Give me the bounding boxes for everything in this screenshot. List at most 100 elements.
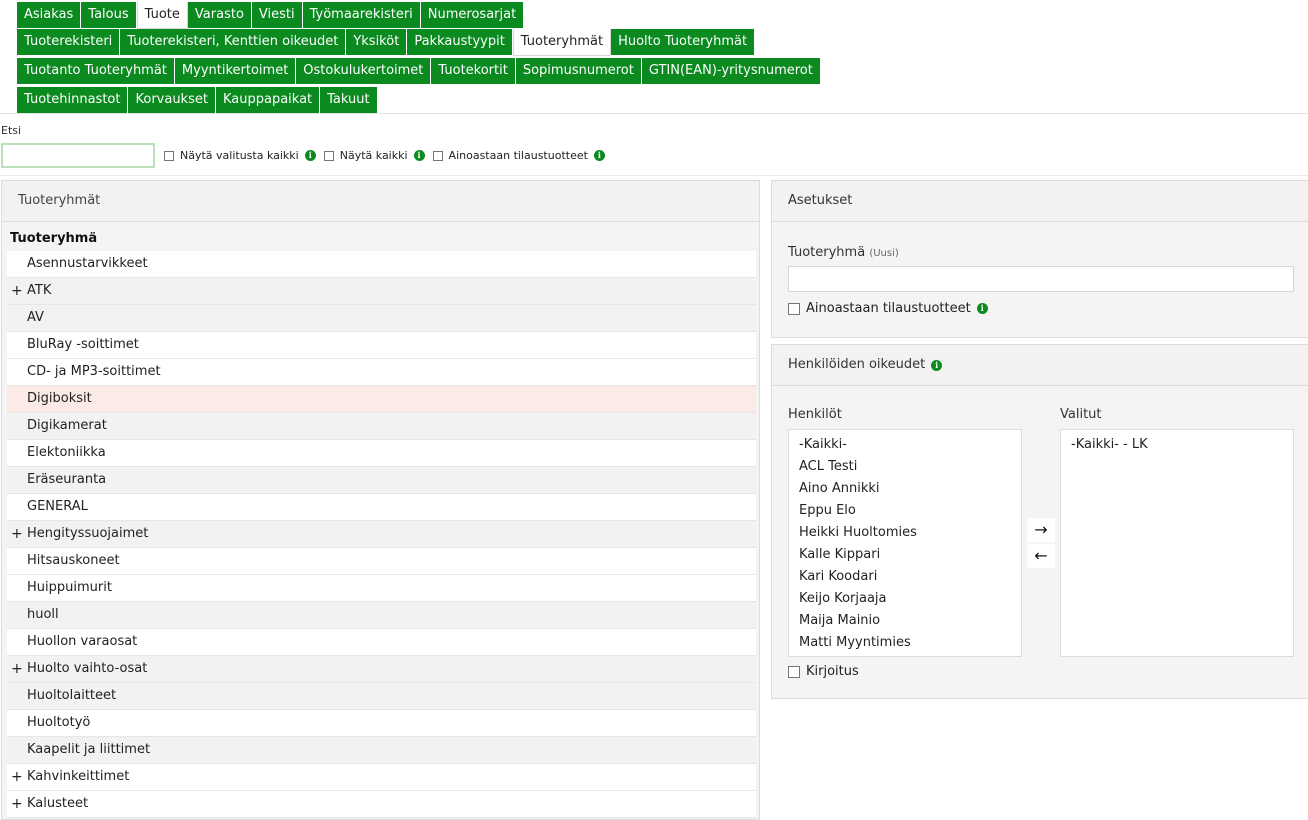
tab-takuut[interactable]: Takuut (320, 87, 378, 113)
search-input[interactable] (1, 143, 155, 168)
list-item[interactable]: Elektoniikka (7, 440, 756, 467)
list-item[interactable]: Kari Koodari (789, 566, 1021, 588)
tab-tuoterekisteri[interactable]: Tuoterekisteri (17, 29, 121, 55)
list-item-label: Kaapelit ja liittimet (27, 742, 151, 757)
list-item[interactable]: -Kaikki- (789, 434, 1021, 456)
arrow-left-icon[interactable]: ← (1027, 544, 1055, 568)
expand-icon[interactable]: + (11, 791, 23, 817)
list-item[interactable]: + Hengityssuojaimet (7, 521, 756, 548)
list-item[interactable]: Aino Annikki (789, 478, 1021, 500)
list-item[interactable]: + Kalusteet (7, 791, 756, 818)
expand-icon[interactable]: + (11, 656, 23, 682)
expand-icon[interactable]: + (11, 278, 23, 304)
info-icon[interactable]: i (413, 150, 425, 161)
write-permission-option[interactable]: Kirjoitus (788, 664, 859, 679)
main-nav: Asiakas Talous Tuote Varasto Viesti Työmaarek… (17, 2, 525, 29)
sub-nav-row-2: Tuotanto Tuoteryhmät Myyntikertoimet Ostok… (17, 58, 821, 84)
list-item[interactable]: Keijo Korjaaja (789, 588, 1021, 610)
list-item[interactable]: huoll (7, 602, 756, 629)
list-item[interactable]: GENERAL (7, 494, 756, 521)
list-item[interactable]: Kalle Kippari (789, 544, 1021, 566)
expand-icon[interactable]: + (11, 521, 23, 547)
option-order-products-only[interactable]: Ainoastaan tilaustuotteet i (432, 149, 605, 162)
tab-tuotanto-tuoteryhmät[interactable]: Tuotanto Tuoteryhmät (17, 58, 175, 84)
list-item[interactable]: ACL Testi (789, 456, 1021, 478)
tab-kauppapaikat[interactable]: Kauppapaikat (215, 87, 321, 113)
option-show-selected-all[interactable]: Näytä valitusta kaikki i (164, 149, 316, 162)
list-item-label: Kalusteet (27, 796, 89, 811)
info-icon[interactable]: i (304, 150, 316, 161)
info-icon[interactable]: i (976, 303, 988, 314)
list-item[interactable]: Matti Myyntimies (789, 632, 1021, 654)
list-item[interactable]: Eräseuranta (7, 467, 756, 494)
list-item[interactable]: Huoltotyö (7, 710, 756, 737)
sub-nav-row-1: Tuoterekisteri Tuoterekisteri, Kenttien o… (17, 29, 756, 56)
list-item[interactable]: Digikamerat (7, 413, 756, 440)
list-item[interactable]: Huollon varaosat (7, 629, 756, 656)
tab-työmaarekisteri[interactable]: Työmaarekisteri (302, 2, 421, 28)
list-item[interactable]: Heikki Huoltomies (789, 522, 1021, 544)
rights-header: Henkilöiden oikeudet i (772, 345, 1308, 386)
tab-tuote[interactable]: Tuote (136, 2, 188, 29)
tab-varasto[interactable]: Varasto (187, 2, 252, 28)
list-item[interactable]: + Huolto vaihto-osat (7, 656, 756, 683)
group-name-input[interactable] (788, 266, 1294, 292)
list-item[interactable]: CD- ja MP3-soittimet (7, 359, 756, 386)
list-item[interactable]: Hitsauskoneet (7, 548, 756, 575)
list-item-label: Huollon varaosat (27, 634, 138, 649)
tab-numerosarjat[interactable]: Numerosarjat (420, 2, 525, 28)
tab-talous[interactable]: Talous (81, 2, 137, 28)
tab-tuotehinnastot[interactable]: Tuotehinnastot (17, 87, 129, 113)
list-item-label: CD- ja MP3-soittimet (27, 364, 161, 379)
list-item[interactable]: BluRay -soittimet (7, 332, 756, 359)
order-products-only-option[interactable]: Ainoastaan tilaustuotteet i (788, 301, 988, 316)
list-item[interactable]: -Kaikki- - LK (1061, 434, 1293, 456)
arrow-right-icon[interactable]: → (1027, 518, 1055, 542)
list-item-label: Kahvinkeittimet (27, 769, 130, 784)
list-item-label: Huippuimurit (27, 580, 112, 595)
list-item[interactable]: Kaapelit ja liittimet (7, 737, 756, 764)
checkbox[interactable] (164, 150, 174, 161)
tab-pakkaustyypit[interactable]: Pakkaustyypit (407, 29, 513, 55)
tab-tuotekortit[interactable]: Tuotekortit (431, 58, 516, 84)
tab-yksiköt[interactable]: Yksiköt (346, 29, 408, 55)
tab-huolto-tuoteryhmät[interactable]: Huolto Tuoteryhmät (611, 29, 756, 55)
tab-gtin-ean-yritysnumerot[interactable]: GTIN(EAN)-yritysnumerot (641, 58, 821, 84)
list-item[interactable]: Huoltolaitteet (7, 683, 756, 710)
tab-viesti[interactable]: Viesti (251, 2, 303, 28)
tab-korvaukset[interactable]: Korvaukset (128, 87, 216, 113)
list-item-label: AV (27, 310, 44, 325)
list-item-label: huoll (27, 607, 59, 622)
tab-ostokulukertoimet[interactable]: Ostokulukertoimet (296, 58, 432, 84)
group-column-header: Tuoteryhmä (10, 231, 98, 246)
checkbox[interactable] (788, 302, 800, 315)
persons-listbox[interactable]: -Kaikki- ACL Testi Aino Annikki Eppu Elo Hei… (788, 429, 1022, 657)
list-item-label: Asennustarvikkeet (27, 256, 148, 271)
checkbox-label: Kirjoitus (806, 664, 859, 679)
tab-tuoterekisteri-kenttien-oikeudet[interactable]: Tuoterekisteri, Kenttien oikeudet (120, 29, 347, 55)
field-hint: (Uusi) (869, 248, 899, 259)
list-item[interactable]: Eppu Elo (789, 500, 1021, 522)
tab-myyntikertoimet[interactable]: Myyntikertoimet (174, 58, 297, 84)
list-item[interactable]: Digiboksit (7, 386, 756, 413)
expand-icon[interactable]: + (11, 764, 23, 790)
list-item[interactable]: + Kahvinkeittimet (7, 764, 756, 791)
option-show-all[interactable]: Näytä kaikki i (323, 149, 425, 162)
tab-sopimusnumerot[interactable]: Sopimusnumerot (515, 58, 642, 84)
list-item[interactable]: Asennustarvikkeet (7, 251, 756, 278)
selected-listbox[interactable]: -Kaikki- - LK (1060, 429, 1294, 657)
checkbox[interactable] (323, 150, 334, 161)
settings-title: Asetukset (772, 181, 1308, 222)
tab-asiakas[interactable]: Asiakas (17, 2, 82, 28)
list-item-label: ATK (27, 283, 52, 298)
info-icon[interactable]: i (593, 150, 605, 161)
checkbox[interactable] (432, 150, 443, 161)
list-item[interactable]: Maija Mainio (789, 610, 1021, 632)
list-item[interactable]: + ATK (7, 278, 756, 305)
list-item[interactable]: AV (7, 305, 756, 332)
list-item[interactable]: Huippuimurit (7, 575, 756, 602)
checkbox[interactable] (788, 665, 800, 678)
list-item-label: Elektoniikka (27, 445, 106, 460)
tab-tuoteryhmät[interactable]: Tuoteryhmät (512, 29, 612, 56)
info-icon[interactable]: i (931, 359, 943, 371)
